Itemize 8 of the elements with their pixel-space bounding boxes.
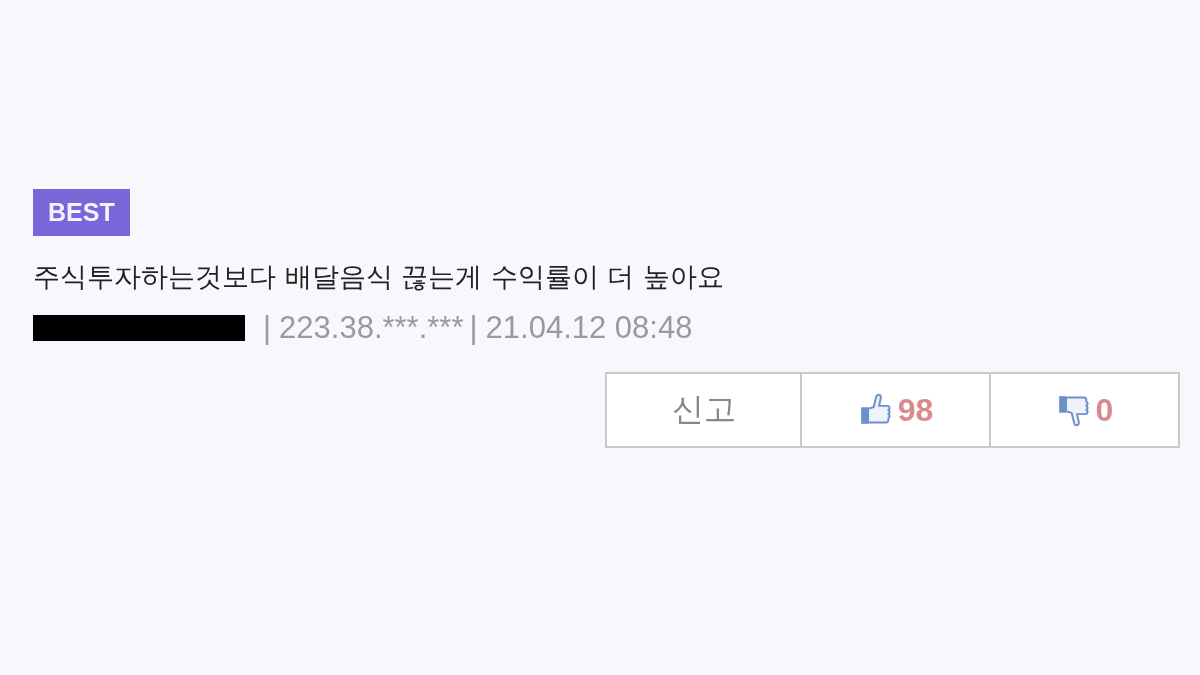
dislike-count: 0 <box>1095 391 1114 429</box>
separator: | <box>469 310 478 346</box>
ip-address: 223.38.***.*** <box>279 310 464 346</box>
comment-date: 21.04.12 08:48 <box>485 310 693 346</box>
like-count: 98 <box>897 391 934 429</box>
comment-text: 주식투자하는것보다 배달음식 끊는게 수익률이 더 높아요 <box>33 260 725 294</box>
best-badge: BEST <box>33 189 130 236</box>
separator: | <box>263 310 272 346</box>
